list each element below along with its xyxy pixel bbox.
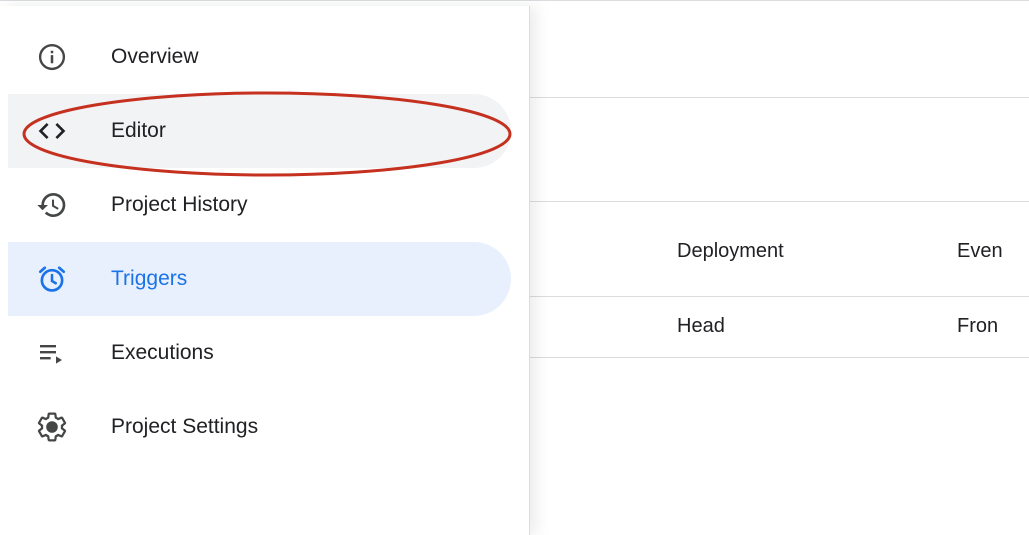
triggers-table-header: Deployment Even (530, 202, 1029, 296)
sidebar-item-label: Editor (111, 119, 166, 142)
sidebar-item-label: Project Settings (111, 415, 259, 438)
sidebar-item-triggers[interactable]: Triggers (8, 242, 511, 316)
cell-event: Fron (957, 315, 999, 337)
sidebar-item-project-history[interactable]: Project History (8, 168, 511, 242)
sidebar-item-overview[interactable]: Overview (8, 20, 511, 94)
gear-icon (34, 409, 70, 445)
app-window: Deployment Even Head Fron Overview Edito… (0, 0, 1029, 535)
sidebar-item-label: Project History (111, 193, 248, 216)
divider (530, 357, 1029, 358)
sidebar-item-executions[interactable]: Executions (8, 316, 511, 390)
column-header-event[interactable]: Even (957, 240, 1003, 263)
alarm-clock-icon (34, 261, 70, 297)
main-content: Deployment Even Head Fron (530, 0, 1029, 535)
sidebar-item-editor[interactable]: Editor (8, 94, 511, 168)
code-brackets-icon (34, 113, 70, 149)
divider (530, 97, 1029, 98)
list-play-icon (34, 335, 70, 371)
sidebar-item-project-settings[interactable]: Project Settings (8, 390, 511, 464)
sidebar-item-label: Executions (111, 341, 214, 364)
sidebar-item-label: Triggers (111, 267, 188, 290)
cell-deployment: Head (677, 315, 725, 337)
history-icon (34, 187, 70, 223)
sidebar-nav: Overview Editor Project History Triggers… (0, 6, 530, 535)
sidebar-item-label: Overview (111, 45, 199, 68)
table-row[interactable]: Head Fron (530, 297, 1029, 357)
column-header-deployment[interactable]: Deployment (677, 240, 784, 263)
info-circle-icon (34, 39, 70, 75)
